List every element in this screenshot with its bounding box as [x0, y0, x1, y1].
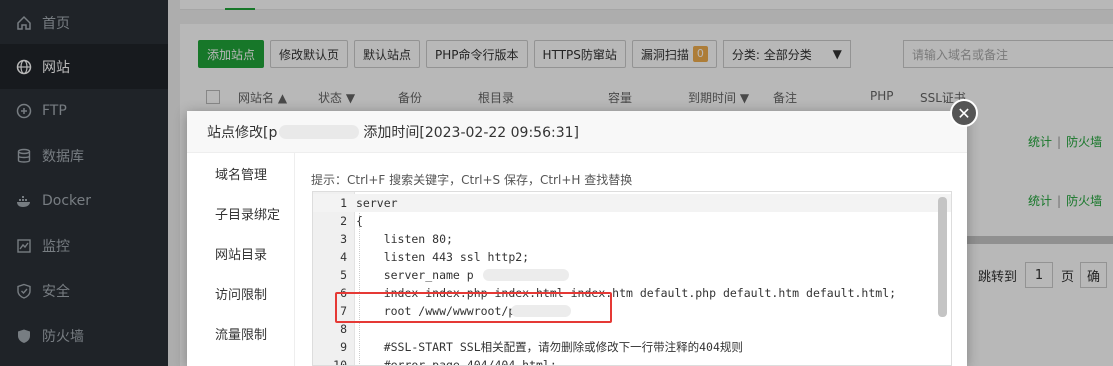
- modal-nav: 域名管理 子目录绑定 网站目录 访问限制 流量限制: [187, 153, 295, 366]
- modal-title: 站点修改[p 添加时间[2023-02-22 09:56:31]: [187, 111, 967, 153]
- config-editor[interactable]: 1 server 2 { 3 listen 80; 4 listen 443 s…: [312, 191, 952, 366]
- modal-title-prefix: 站点修改[p: [207, 124, 278, 141]
- nav-site-directory[interactable]: 网站目录: [187, 233, 295, 273]
- site-edit-modal: 站点修改[p 添加时间[2023-02-22 09:56:31] 域名管理 子目录…: [187, 111, 967, 366]
- code-line: 2 {: [340, 214, 363, 228]
- close-icon[interactable]: ✕: [950, 99, 978, 127]
- nav-access-restriction[interactable]: 访问限制: [187, 273, 295, 313]
- code-line: 3 listen 80;: [340, 232, 453, 246]
- code-line: 4 listen 443 ssl http2;: [340, 250, 530, 264]
- code-line: 1 server: [313, 194, 951, 212]
- nav-domain-management[interactable]: 域名管理: [187, 153, 295, 193]
- code-line: 5 server_name p: [313, 266, 951, 284]
- editor-vertical-scrollbar[interactable]: [938, 197, 947, 317]
- redacted-domain: [279, 124, 360, 139]
- modal-title-suffix: 添加时间[2023-02-22 09:56:31]: [363, 124, 579, 141]
- highlight-box: [335, 292, 612, 323]
- editor-tip: 提示：Ctrl+F 搜索关键字，Ctrl+S 保存，Ctrl+H 查找替换: [311, 173, 633, 187]
- code-line: 10 #error_page 404/404.html;: [333, 358, 557, 366]
- nav-subdir-binding[interactable]: 子目录绑定: [187, 193, 295, 233]
- config-editor-panel: 提示：Ctrl+F 搜索关键字，Ctrl+S 保存，Ctrl+H 查找替换 1 …: [295, 153, 967, 366]
- code-line: 9 #SSL-START SSL相关配置，请勿删除或修改下一行带注释的404规则: [340, 340, 743, 354]
- redacted-server-name: [483, 269, 569, 281]
- nav-traffic-limit[interactable]: 流量限制: [187, 313, 295, 353]
